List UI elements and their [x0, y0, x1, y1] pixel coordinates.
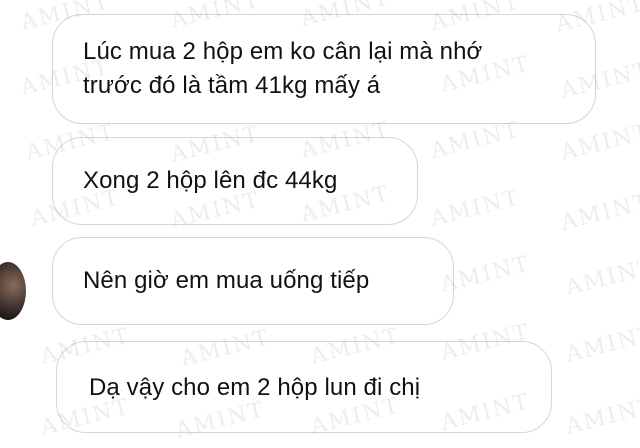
- message-1-line-1: Lúc mua 2 hộp em ko cân lại mà nhớ: [83, 38, 483, 65]
- message-bubble-4[interactable]: Dạ vậy cho em 2 hộp lun đi chị: [56, 341, 552, 433]
- message-1-line-2: trước đó là tầm 41kg mấy á: [83, 72, 381, 99]
- message-bubble-3[interactable]: Nên giờ em mua uống tiếp: [52, 237, 454, 325]
- message-2-text: Xong 2 hộp lên đc 44kg: [83, 167, 338, 194]
- message-bubble-2[interactable]: Xong 2 hộp lên đc 44kg: [52, 137, 418, 225]
- avatar[interactable]: [0, 262, 26, 320]
- message-4-text: Dạ vậy cho em 2 hộp lun đi chị: [89, 374, 421, 401]
- chat-thread: Lúc mua 2 hộp em ko cân lại mà nhớ trước…: [0, 0, 640, 448]
- message-3-text: Nên giờ em mua uống tiếp: [83, 267, 370, 294]
- message-bubble-1[interactable]: Lúc mua 2 hộp em ko cân lại mà nhớ trước…: [52, 14, 596, 124]
